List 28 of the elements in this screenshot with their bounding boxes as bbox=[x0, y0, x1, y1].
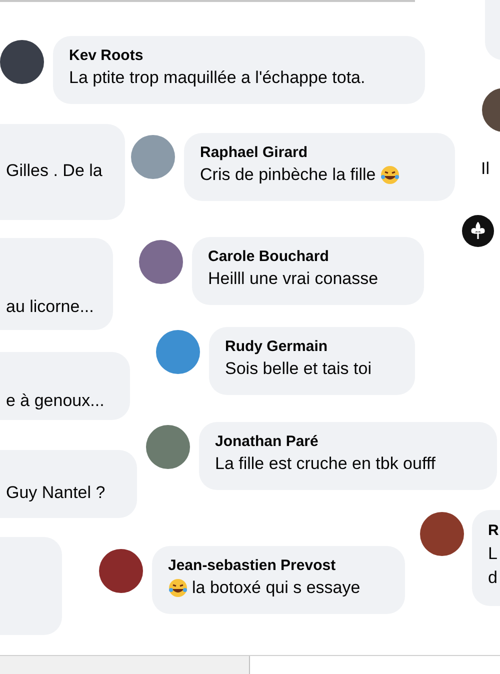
comment-text: L bbox=[488, 543, 498, 565]
author-name[interactable]: Rudy Germain bbox=[225, 337, 399, 357]
author-name[interactable]: Jonathan Paré bbox=[215, 432, 481, 452]
avatar[interactable] bbox=[0, 40, 44, 84]
badge-icon bbox=[462, 215, 494, 247]
comment-text: La fille est cruche en tbk oufff bbox=[215, 453, 436, 475]
avatar[interactable] bbox=[99, 549, 143, 593]
comment-text: Sois belle et tais toi bbox=[225, 358, 372, 380]
comment-text: la botoxé qui s essaye bbox=[192, 577, 360, 599]
comment-text: Cris de pinbèche la fille bbox=[200, 164, 376, 186]
laughing-emoji-icon bbox=[380, 165, 400, 185]
author-name[interactable]: Raphael Girard bbox=[200, 143, 439, 163]
avatar[interactable] bbox=[139, 240, 183, 284]
comment-text: e à genoux... bbox=[6, 390, 104, 412]
comment-text: Heilll une vrai conasse bbox=[208, 268, 378, 290]
author-name[interactable]: Kev Roots bbox=[69, 46, 409, 66]
comment-text: au licorne... bbox=[6, 296, 94, 318]
author-name[interactable]: Jean-sebastien Prevost bbox=[168, 556, 389, 576]
laughing-emoji-icon bbox=[168, 578, 188, 598]
avatar[interactable] bbox=[146, 425, 190, 469]
avatar[interactable] bbox=[420, 512, 464, 556]
comment-text: Il bbox=[481, 158, 490, 180]
comment-text: Guy Nantel ? bbox=[6, 482, 106, 504]
comment-text: La ptite trop maquillée a l'échappe tota. bbox=[69, 67, 366, 89]
comment-text: Gilles . De la bbox=[6, 160, 102, 182]
comment-text: d bbox=[488, 567, 498, 589]
author-name[interactable]: Carole Bouchard bbox=[208, 247, 408, 267]
author-name: R bbox=[488, 521, 500, 541]
